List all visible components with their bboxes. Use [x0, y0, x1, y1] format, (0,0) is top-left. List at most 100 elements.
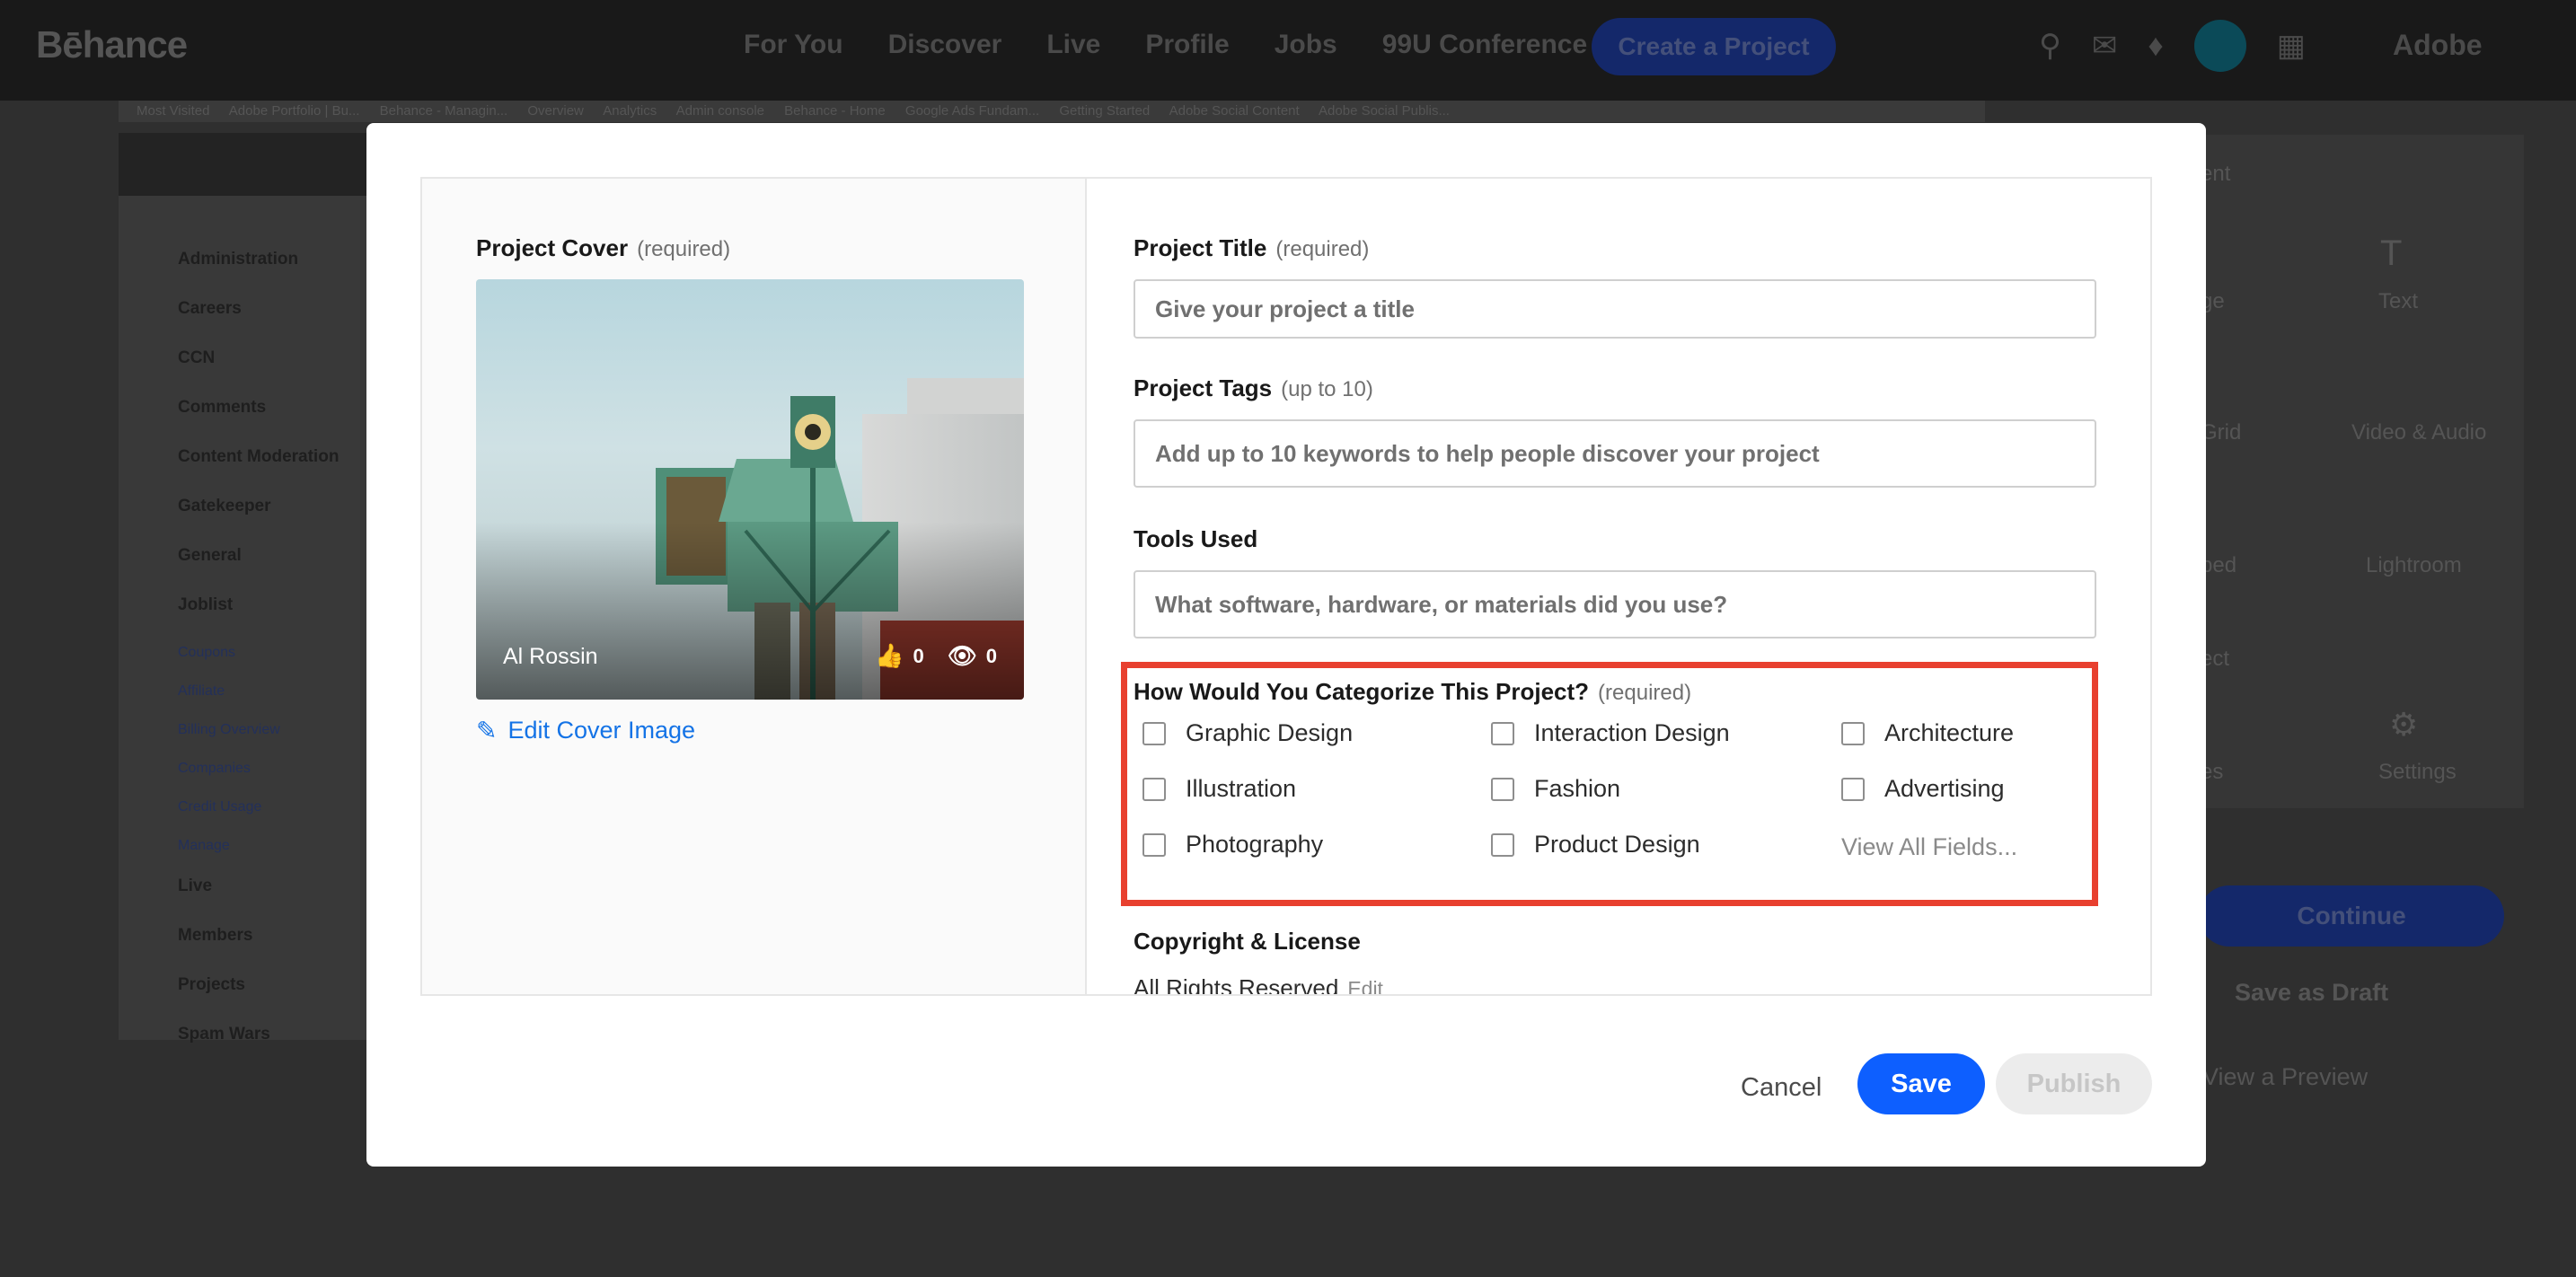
project-title-input[interactable] — [1134, 279, 2096, 339]
text-tool-icon: T — [2380, 233, 2403, 273]
bookmark-item[interactable]: Adobe Social Publis... — [1319, 103, 1450, 119]
bookmark-item[interactable]: Google Ads Fundam... — [905, 103, 1039, 119]
category-photography[interactable]: Photography — [1142, 831, 1323, 859]
edit-cover-label: Edit Cover Image — [507, 717, 696, 744]
cover-panel: Project Cover (required) Al Rossin 👍 0 👁… — [422, 179, 1087, 994]
bookmark-item[interactable]: Admin console — [676, 103, 764, 119]
category-interaction-design[interactable]: Interaction Design — [1491, 719, 1730, 747]
publish-button[interactable]: Publish — [1996, 1053, 2152, 1114]
top-navigation-bar: Bēhance For You Discover Live Profile Jo… — [0, 0, 2576, 101]
nav-discover[interactable]: Discover — [888, 30, 1002, 60]
apps-grid-icon[interactable]: ▦ — [2277, 28, 2306, 64]
save-as-draft-button[interactable]: Save as Draft — [2235, 979, 2388, 1007]
tools-used-label: Tools Used — [1134, 525, 1258, 552]
sidebar-item[interactable]: Companies — [178, 761, 339, 799]
sidebar-item[interactable]: General — [178, 546, 339, 595]
gear-icon: ⚙ — [2389, 706, 2419, 743]
avatar[interactable] — [2193, 20, 2246, 72]
license-edit-link[interactable]: Edit — [1347, 977, 1383, 994]
required-hint: (required) — [1275, 237, 1370, 261]
bookmark-item[interactable]: Behance - Home — [784, 103, 886, 119]
sidebar-item[interactable]: Spam Wars — [178, 1025, 339, 1074]
nav-icons: ⚲ ✉ ♦ ▦ — [2039, 20, 2306, 72]
cancel-button[interactable]: Cancel — [1741, 1057, 1822, 1118]
bookmarks-bar: Most Visited Adobe Portfolio | Bu... Beh… — [119, 101, 1985, 122]
nav-jobs[interactable]: Jobs — [1275, 30, 1337, 60]
bookmark-item[interactable]: Getting Started — [1059, 103, 1150, 119]
checkbox[interactable] — [1142, 777, 1166, 801]
project-tags-label: Project Tags (up to 10) — [1134, 374, 1373, 401]
bookmark-item[interactable]: Overview — [527, 103, 584, 119]
create-project-button[interactable]: Create a Project — [1592, 18, 1836, 75]
cover-image[interactable]: Al Rossin 👍 0 👁 0 — [476, 279, 1024, 700]
sidebar-item[interactable]: Careers — [178, 299, 339, 348]
sidebar-item[interactable]: Administration — [178, 250, 339, 299]
tool-grid[interactable]: Grid — [2201, 420, 2241, 445]
mail-icon[interactable]: ✉ — [2092, 28, 2118, 64]
required-hint: (required) — [637, 237, 731, 261]
checkbox[interactable] — [1142, 832, 1166, 857]
category-architecture[interactable]: Architecture — [1841, 719, 2014, 747]
bookmark-item[interactable]: Analytics — [603, 103, 657, 119]
pencil-icon: ✎ — [476, 717, 498, 744]
checkbox[interactable] — [1841, 721, 1865, 745]
sidebar-list: Administration Careers CCN Comments Content … — [178, 250, 339, 1074]
license-value: All Rights Reserved Edit — [1134, 974, 1383, 994]
category-product-design[interactable]: Product Design — [1491, 831, 1700, 859]
project-tags-input[interactable] — [1134, 419, 2096, 488]
view-all-fields-link[interactable]: View All Fields... — [1841, 833, 2017, 861]
tool-lightroom[interactable]: Lightroom — [2366, 553, 2462, 578]
thumbs-up-icon: 👍 — [875, 642, 904, 669]
tool-text[interactable]: Text — [2378, 289, 2418, 314]
cover-gradient — [476, 522, 1024, 700]
nav-profile[interactable]: Profile — [1145, 30, 1229, 60]
tool-embed[interactable]: bed — [2201, 553, 2236, 578]
sidebar-item[interactable]: Manage — [178, 838, 339, 876]
checkbox[interactable] — [1491, 721, 1514, 745]
tool-settings[interactable]: Settings — [2378, 760, 2457, 785]
edit-cover-image-link[interactable]: ✎ Edit Cover Image — [476, 716, 695, 745]
dialog-content: Project Cover (required) Al Rossin 👍 0 👁… — [420, 177, 2152, 996]
cover-stats: 👍 0 👁 0 — [875, 642, 997, 670]
sidebar-item[interactable]: Comments — [178, 398, 339, 447]
sidebar-item[interactable]: Billing Overview — [178, 722, 339, 761]
sidebar-item[interactable]: Content Moderation — [178, 447, 339, 497]
nav-for-you[interactable]: For You — [744, 30, 843, 60]
categorize-label: How Would You Categorize This Project? (r… — [1134, 678, 1692, 705]
bell-icon[interactable]: ♦ — [2148, 29, 2163, 64]
view-preview-button[interactable]: View a Preview — [2202, 1063, 2368, 1091]
sidebar-item[interactable]: Projects — [178, 975, 339, 1025]
bookmark-item[interactable]: Behance - Managin... — [380, 103, 508, 119]
cover-owner-name: Al Rossin — [503, 644, 598, 669]
sidebar-item[interactable]: Live — [178, 876, 339, 926]
like-count: 0 — [913, 644, 924, 667]
sidebar-item[interactable]: Coupons — [178, 645, 339, 683]
nav-live[interactable]: Live — [1046, 30, 1100, 60]
bookmark-item[interactable]: Most Visited — [137, 103, 209, 119]
continue-button[interactable]: Continue — [2199, 885, 2504, 947]
save-button[interactable]: Save — [1857, 1053, 1985, 1114]
sidebar-item[interactable]: CCN — [178, 348, 339, 398]
copyright-license-label: Copyright & License — [1134, 928, 1361, 955]
checkbox[interactable] — [1142, 721, 1166, 745]
checkbox[interactable] — [1491, 832, 1514, 857]
adobe-link[interactable]: Adobe — [2393, 29, 2483, 62]
sidebar-item[interactable]: Members — [178, 926, 339, 975]
search-icon[interactable]: ⚲ — [2039, 28, 2061, 64]
bookmark-item[interactable]: Adobe Portfolio | Bu... — [229, 103, 360, 119]
sidebar-item[interactable]: Gatekeeper — [178, 497, 339, 546]
tool-video-audio[interactable]: Video & Audio — [2351, 420, 2486, 445]
sidebar-item[interactable]: Credit Usage — [178, 799, 339, 838]
sidebar-item[interactable]: Joblist — [178, 595, 339, 645]
category-graphic-design[interactable]: Graphic Design — [1142, 719, 1353, 747]
category-fashion[interactable]: Fashion — [1491, 775, 1620, 803]
checkbox[interactable] — [1491, 777, 1514, 801]
bookmark-item[interactable]: Adobe Social Content — [1169, 103, 1300, 119]
sidebar-item[interactable]: Affiliate — [178, 683, 339, 722]
nav-99u-conference[interactable]: 99U Conference — [1382, 30, 1587, 60]
tools-used-input[interactable] — [1134, 570, 2096, 638]
tags-hint: (up to 10) — [1281, 377, 1373, 401]
category-advertising[interactable]: Advertising — [1841, 775, 2005, 803]
checkbox[interactable] — [1841, 777, 1865, 801]
category-illustration[interactable]: Illustration — [1142, 775, 1296, 803]
